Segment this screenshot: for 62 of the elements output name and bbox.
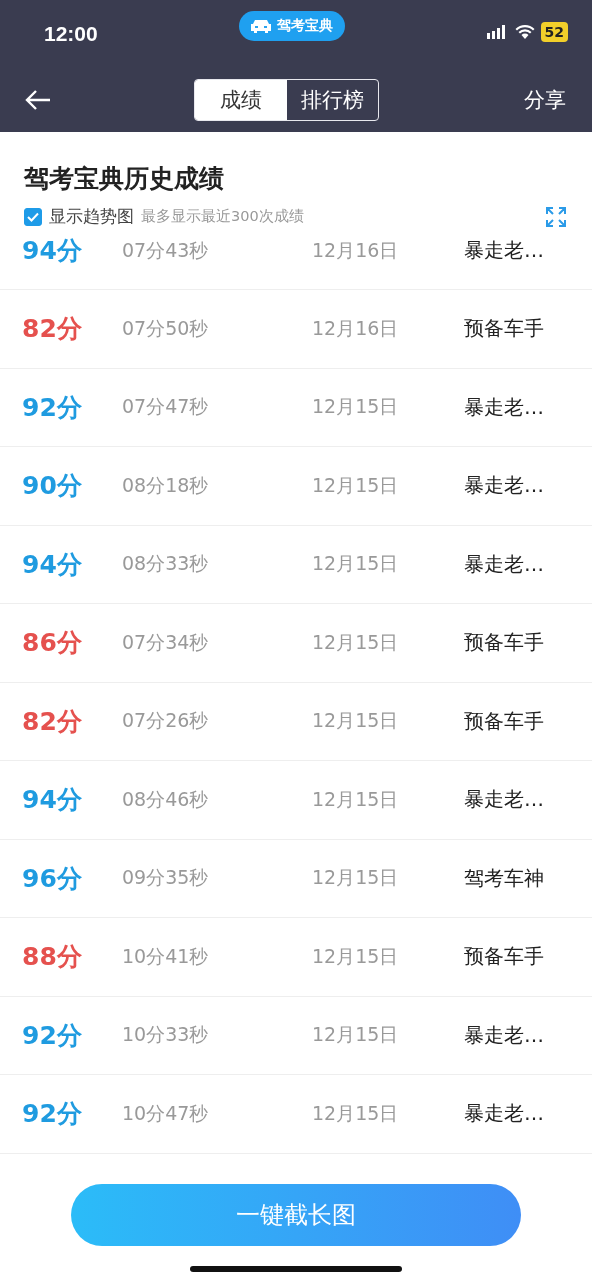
date-text: 12月16日 <box>312 315 400 341</box>
page-title: 驾考宝典历史成绩 <box>24 163 225 195</box>
score-text: 90分 <box>22 470 83 503</box>
nav-tab[interactable]: 排行榜 <box>287 80 378 120</box>
nav-tab[interactable]: 成绩 <box>195 80 287 120</box>
rank-title: 暴走老… <box>464 1100 544 1128</box>
score-text: 94分 <box>22 784 83 817</box>
rank-title: 暴走老… <box>464 393 544 421</box>
rank-title: 预备车手 <box>464 943 544 971</box>
duration-text: 08分18秒 <box>122 472 210 498</box>
rank-title: 暴走老… <box>464 472 544 500</box>
score-text: 82分 <box>22 705 83 738</box>
score-text: 96分 <box>22 862 83 895</box>
rank-title: 暴走老… <box>464 786 544 814</box>
duration-text: 08分46秒 <box>122 786 210 812</box>
date-text: 12月15日 <box>312 943 400 969</box>
duration-text: 07分26秒 <box>122 708 210 734</box>
date-text: 12月15日 <box>312 1100 400 1126</box>
rank-title: 暴走老… <box>464 237 544 264</box>
date-text: 12月15日 <box>312 472 400 498</box>
date-text: 12月15日 <box>312 394 400 420</box>
trend-checkbox[interactable] <box>24 207 42 226</box>
rank-title: 暴走老… <box>464 550 544 578</box>
score-text: 82分 <box>22 313 83 346</box>
date-text: 12月16日 <box>312 237 400 263</box>
duration-text: 10分33秒 <box>122 1022 210 1048</box>
battery-indicator: 52 <box>540 22 568 42</box>
score-text: 92分 <box>22 391 83 424</box>
duration-text: 09分35秒 <box>122 865 210 891</box>
score-text: 92分 <box>22 1019 83 1052</box>
share-button[interactable]: 分享 <box>524 86 566 114</box>
duration-text: 08分33秒 <box>122 551 210 577</box>
duration-text: 07分47秒 <box>122 394 210 420</box>
status-time: 12:00 <box>44 22 98 46</box>
rank-title: 预备车手 <box>464 629 544 657</box>
score-text: 88分 <box>22 941 83 974</box>
wifi-icon <box>514 25 535 39</box>
car-icon <box>249 18 273 34</box>
rank-title: 预备车手 <box>464 315 544 343</box>
score-text: 94分 <box>22 548 83 581</box>
duration-text: 10分41秒 <box>122 943 210 969</box>
date-text: 12月15日 <box>312 786 400 812</box>
date-text: 12月15日 <box>312 551 400 577</box>
score-text: 94分 <box>22 235 83 267</box>
duration-text: 07分34秒 <box>122 629 210 655</box>
app-badge: 驾考宝典 <box>239 11 345 41</box>
date-text: 12月15日 <box>312 865 400 891</box>
trend-label: 显示趋势图 <box>49 205 134 228</box>
expand-icon[interactable] <box>546 206 566 227</box>
duration-text: 07分50秒 <box>122 315 210 341</box>
score-text: 86分 <box>22 627 83 660</box>
back-icon[interactable] <box>24 88 52 112</box>
limit-note: 最多显示最近300次成绩 <box>141 207 304 226</box>
rank-title: 暴走老… <box>464 1021 544 1049</box>
duration-text: 10分47秒 <box>122 1100 210 1126</box>
rank-title: 预备车手 <box>464 707 544 735</box>
score-text: 92分 <box>22 1098 83 1131</box>
rank-title: 驾考车神 <box>464 864 544 892</box>
date-text: 12月15日 <box>312 1022 400 1048</box>
date-text: 12月15日 <box>312 708 400 734</box>
duration-text: 07分43秒 <box>122 237 210 263</box>
date-text: 12月15日 <box>312 629 400 655</box>
